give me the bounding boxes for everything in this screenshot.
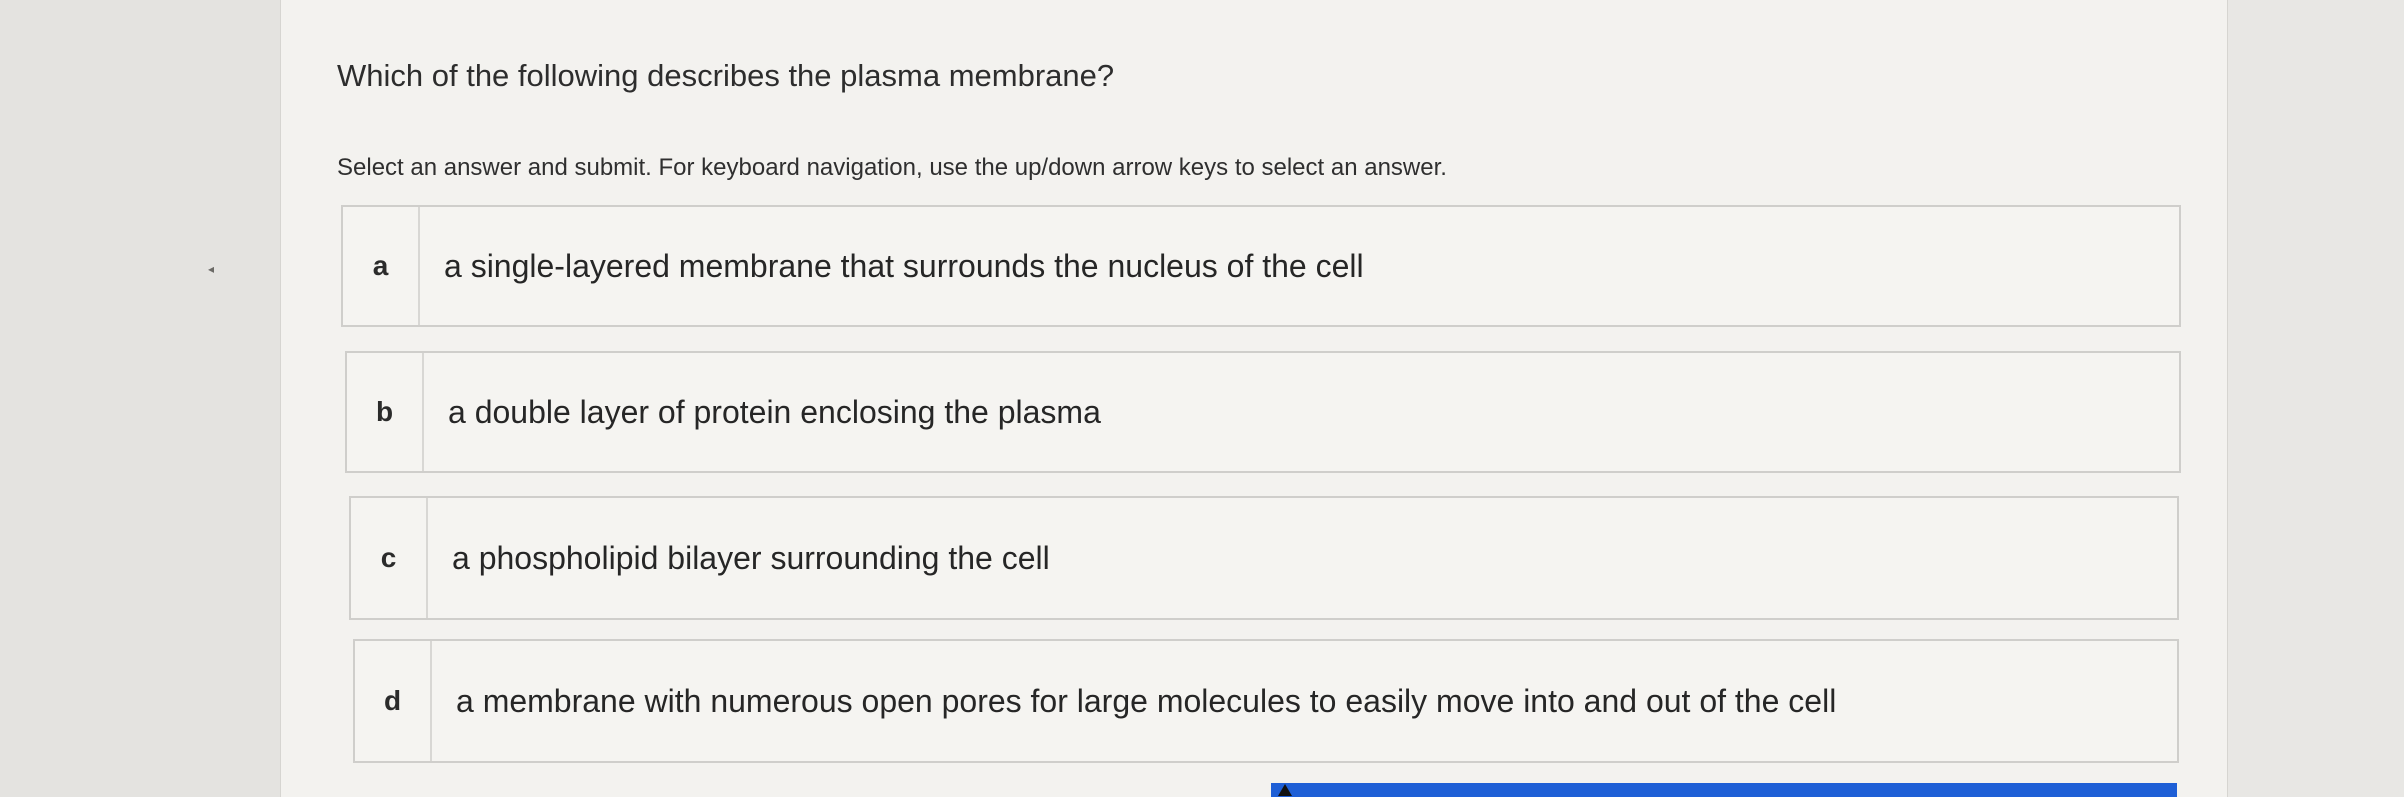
option-letter: d	[355, 641, 432, 761]
option-text: a double layer of protein enclosing the …	[448, 393, 1101, 430]
page-background-right	[2228, 0, 2404, 797]
option-letter: c	[351, 498, 428, 618]
question-panel: Which of the following describes the pla…	[280, 0, 2228, 797]
option-text: a membrane with numerous open pores for …	[456, 682, 1837, 719]
question-title: Which of the following describes the pla…	[337, 58, 1115, 93]
answer-option-c[interactable]: c a phospholipid bilayer surrounding the…	[349, 496, 2179, 620]
mouse-pointer-icon	[1278, 784, 1292, 796]
question-instructions: Select an answer and submit. For keyboar…	[337, 154, 1447, 181]
page-background-left	[0, 0, 280, 797]
answer-option-b[interactable]: b a double layer of protein enclosing th…	[345, 351, 2181, 473]
option-letter: a	[343, 207, 420, 325]
option-letter: b	[347, 353, 424, 471]
submit-button[interactable]	[1271, 783, 2177, 797]
option-text: a single-layered membrane that surrounds…	[444, 247, 1364, 284]
option-text: a phospholipid bilayer surrounding the c…	[452, 539, 1050, 576]
speck-mark: ◂	[208, 262, 215, 276]
answer-option-d[interactable]: d a membrane with numerous open pores fo…	[353, 639, 2179, 763]
answer-option-a[interactable]: a a single-layered membrane that surroun…	[341, 205, 2181, 327]
